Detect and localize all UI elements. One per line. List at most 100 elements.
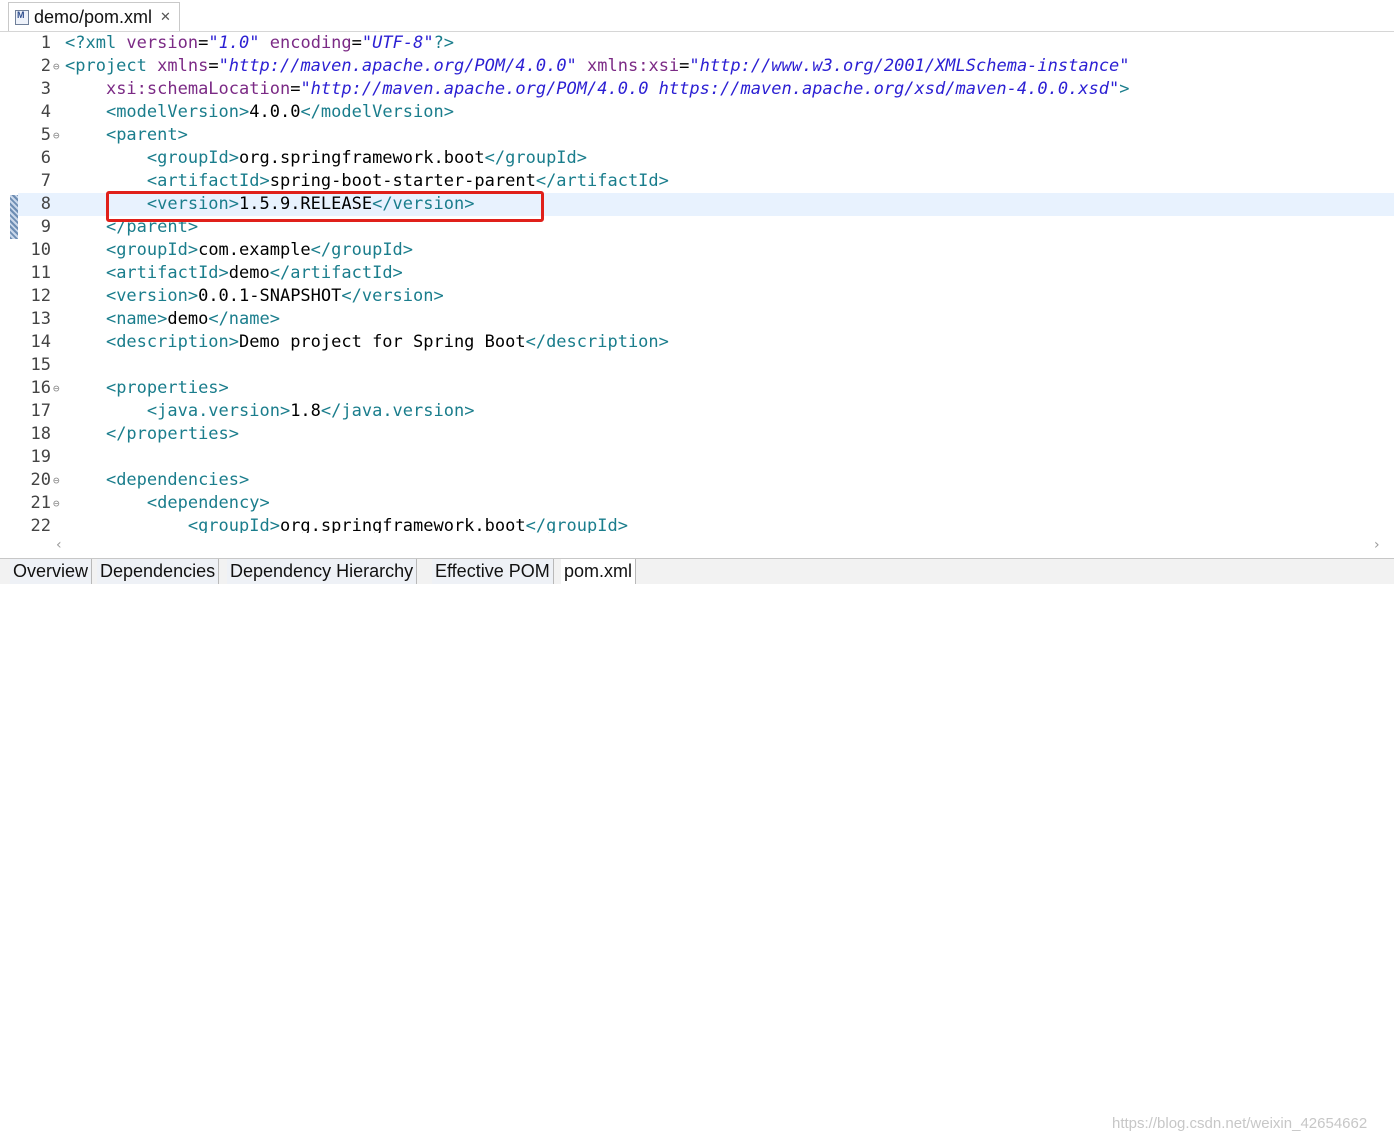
horizontal-scrollbar[interactable]: ‹ ›	[56, 535, 1394, 555]
maven-file-icon	[15, 9, 29, 25]
open-tag: <artifactId>	[105, 263, 229, 283]
line-number: 8	[40, 194, 51, 214]
scroll-right-icon[interactable]: ›	[1374, 537, 1390, 553]
code-line[interactable]: 16 ⊖ <properties>	[18, 377, 1394, 400]
code-line[interactable]: 4 <modelVersion>4.0.0</modelVersion>	[18, 101, 1394, 124]
open-tag: <dependencies>	[105, 470, 250, 490]
annotation-highlight-box	[106, 191, 544, 222]
code-line[interactable]: 18 </properties>	[18, 423, 1394, 446]
line-number: 17	[30, 401, 51, 421]
line-number: 3	[40, 79, 51, 99]
line-number: 1	[40, 33, 51, 53]
element-text: demo	[167, 309, 209, 329]
scroll-left-icon[interactable]: ‹	[56, 537, 72, 553]
code-line[interactable]: 11 <artifactId>demo</artifactId>	[18, 262, 1394, 285]
open-tag: <java.version>	[146, 401, 291, 421]
element-text: 1.8	[290, 401, 321, 421]
element-text: org.springframework.boot	[279, 516, 526, 533]
code-line[interactable]: 13 <name>demo</name>	[18, 308, 1394, 331]
line-number: 14	[30, 332, 51, 352]
element-text: spring-boot-starter-parent	[269, 171, 536, 191]
code-line[interactable]: 20 ⊖ <dependencies>	[18, 469, 1394, 492]
close-tag: </properties>	[105, 424, 240, 444]
code-line[interactable]: 12 <version>0.0.1-SNAPSHOT</version>	[18, 285, 1394, 308]
close-tag: </groupId>	[484, 148, 588, 168]
code-line[interactable]: 15	[18, 354, 1394, 377]
close-tag: </artifactId>	[269, 263, 403, 283]
line-number: 10	[30, 240, 51, 260]
attr-name: version	[126, 33, 199, 53]
line-number: 16	[30, 378, 51, 398]
overview-ruler	[8, 32, 18, 533]
line-number: 21	[30, 493, 51, 513]
tag-open: <project	[65, 56, 158, 76]
attr-value: "http://maven.apache.org/POM/4.0.0 https…	[300, 79, 1120, 99]
close-tag: </groupId>	[310, 240, 414, 260]
code-line[interactable]: 21 ⊖ <dependency>	[18, 492, 1394, 515]
editor-tab-pom[interactable]: demo/pom.xml ✕	[8, 2, 180, 31]
code-line[interactable]: 1 <?xml version="1.0" encoding="UTF-8"?>	[18, 32, 1394, 55]
line-number: 4	[40, 102, 51, 122]
open-tag: <groupId>	[105, 240, 199, 260]
code-line[interactable]: 14 <description>Demo project for Spring …	[18, 331, 1394, 354]
code-line[interactable]: 17 <java.version>1.8</java.version>	[18, 400, 1394, 423]
close-icon[interactable]: ✕	[160, 10, 171, 25]
close-tag: </description>	[525, 332, 669, 352]
open-tag: <dependency>	[146, 493, 270, 513]
element-text: com.example	[198, 240, 311, 260]
code-line[interactable]: 2 ⊖ <project xmlns="http://maven.apache.…	[18, 55, 1394, 78]
fold-toggle-icon[interactable]: ⊖	[53, 469, 63, 492]
code-line[interactable]: 22 <groupId>org.springframework.boot</gr…	[18, 515, 1394, 533]
close-tag: </groupId>	[525, 516, 628, 533]
tab-dependencies[interactable]: Dependencies	[97, 559, 220, 584]
close-tag: </version>	[341, 286, 444, 306]
line-number: 5	[40, 125, 51, 145]
line-number: 6	[40, 148, 51, 168]
close-tag: </artifactId>	[535, 171, 669, 191]
line-number: 9	[40, 217, 51, 237]
fold-toggle-icon[interactable]: ⊖	[53, 377, 63, 400]
fold-toggle-icon[interactable]: ⊖	[53, 55, 63, 78]
open-tag: <name>	[105, 309, 168, 329]
code-line[interactable]: 6 <groupId>org.springframework.boot</gro…	[18, 147, 1394, 170]
xml-decl-close: ?>	[433, 33, 455, 53]
fold-toggle-icon[interactable]: ⊖	[53, 492, 63, 515]
code-line[interactable]: 19	[18, 446, 1394, 469]
xml-source-editor[interactable]: 1 <?xml version="1.0" encoding="UTF-8"?>…	[8, 32, 1394, 533]
line-number: 19	[30, 447, 51, 467]
editor-tab-title: demo/pom.xml	[34, 6, 153, 27]
tab-overview[interactable]: Overview	[10, 559, 93, 584]
equals: =	[679, 56, 690, 76]
open-tag: <version>	[105, 286, 199, 306]
attr-value: "UTF-8"	[361, 33, 434, 53]
element-text: org.springframework.boot	[239, 148, 485, 168]
code-line[interactable]: 5 ⊖ <parent>	[18, 124, 1394, 147]
tab-dependency-hierarchy[interactable]: Dependency Hierarchy	[227, 559, 418, 584]
open-tag: <groupId>	[187, 516, 280, 533]
attr-value: "http://maven.apache.org/POM/4.0.0"	[218, 56, 577, 76]
element-text: 4.0.0	[249, 102, 301, 122]
attr-value: "http://www.w3.org/2001/XMLSchema-instan…	[689, 56, 1130, 76]
code-line[interactable]: 3 xsi:schemaLocation="http://maven.apach…	[18, 78, 1394, 101]
fold-toggle-icon[interactable]: ⊖	[53, 124, 63, 147]
editor-tab-bar: demo/pom.xml ✕	[0, 0, 1394, 32]
attr-name: encoding	[269, 33, 352, 53]
tab-pom-xml[interactable]: pom.xml	[561, 559, 637, 584]
equals: =	[351, 33, 362, 53]
tab-effective-pom[interactable]: Effective POM	[432, 559, 554, 584]
code-line[interactable]: 10 <groupId>com.example</groupId>	[18, 239, 1394, 262]
code-line[interactable]: 7 <artifactId>spring-boot-starter-parent…	[18, 170, 1394, 193]
